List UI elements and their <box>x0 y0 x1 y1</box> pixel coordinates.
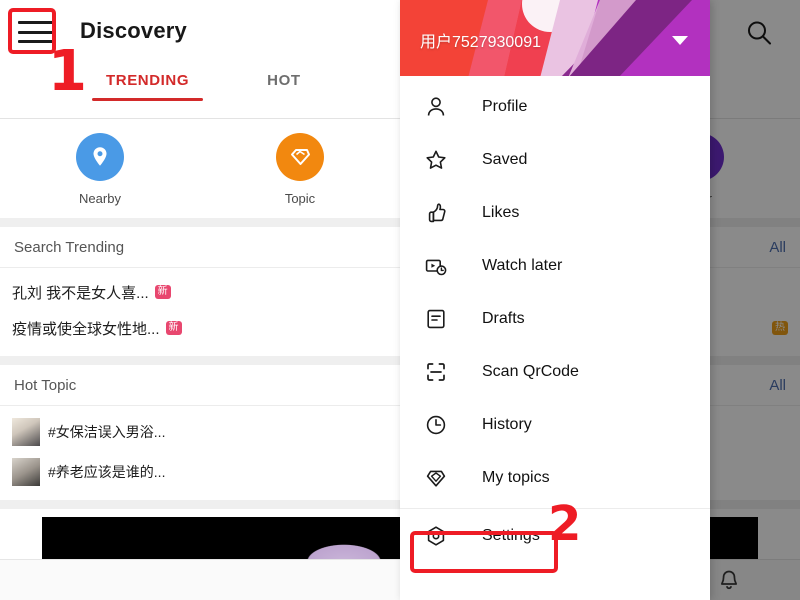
chevron-down-icon[interactable] <box>672 36 688 45</box>
status-badge: 新 <box>165 320 182 336</box>
annotation-box-2 <box>410 531 558 573</box>
category-nearby[interactable]: Nearby <box>0 133 200 206</box>
tab-active-underline <box>92 98 204 101</box>
menu-item-label: Saved <box>482 150 528 168</box>
thumbnail-image <box>12 458 40 486</box>
thumbs-up-icon <box>422 199 450 227</box>
hot-topic-text: #养老应该是谁的... <box>48 464 166 480</box>
category-label: Nearby <box>79 191 121 206</box>
status-badge: 新 <box>154 284 171 300</box>
thumbnail-image <box>12 418 40 446</box>
menu-item-drafts[interactable]: Drafts <box>400 292 710 345</box>
tab-trending-label: TRENDING <box>106 72 190 89</box>
menu-item-saved[interactable]: Saved <box>400 133 710 186</box>
annotation-number-1: 1 <box>48 39 87 104</box>
trending-item[interactable]: 疫情或使全球女性地... 新 <box>0 310 400 346</box>
hot-topic-text: #女保洁误入男浴... <box>48 424 166 440</box>
tab-trending[interactable]: TRENDING <box>92 72 204 101</box>
diamond-icon <box>276 133 324 181</box>
menu-item-label: Drafts <box>482 309 525 327</box>
app-screen: Discovery TRENDING HOT Nearby Topic Sear… <box>0 0 800 600</box>
star-outline-icon <box>422 146 450 174</box>
menu-item-label: History <box>482 415 532 433</box>
annotation-number-2: 2 <box>548 496 582 552</box>
clock-icon <box>422 411 450 439</box>
hot-topic-item[interactable]: #养老应该是谁的... <box>0 452 400 492</box>
person-icon <box>422 93 450 121</box>
category-label: Topic <box>284 191 316 206</box>
category-topic[interactable]: Topic <box>200 133 400 206</box>
menu-item-label: Watch later <box>482 256 563 274</box>
hot-topic-title: Hot Topic <box>14 376 77 394</box>
watch-later-icon <box>422 252 450 280</box>
trending-item-text: 孔刘 我不是女人喜... <box>12 284 149 302</box>
menu-item-scan-qrcode[interactable]: Scan QrCode <box>400 345 710 398</box>
drawer-menu: Profile Saved Likes Watch later Drafts S… <box>400 76 710 562</box>
hot-topic-item[interactable]: #女保洁误入男浴... <box>0 412 400 452</box>
tab-hot-label: HOT <box>267 72 301 89</box>
trending-item-text: 疫情或使全球女性地... <box>12 320 160 338</box>
menu-item-label: My topics <box>482 468 550 486</box>
diamond-outline-icon <box>422 464 450 492</box>
location-pin-icon <box>76 133 124 181</box>
search-trending-title: Search Trending <box>14 238 125 256</box>
document-icon <box>422 305 450 333</box>
menu-item-watch-later[interactable]: Watch later <box>400 239 710 292</box>
menu-item-label: Scan QrCode <box>482 362 579 380</box>
menu-item-profile[interactable]: Profile <box>400 80 710 133</box>
drawer-header[interactable]: 用户7527930091 <box>400 0 710 76</box>
tab-hot[interactable]: HOT <box>257 72 310 89</box>
menu-item-likes[interactable]: Likes <box>400 186 710 239</box>
drawer-username: 用户7527930091 <box>420 34 541 51</box>
page-title: Discovery <box>80 18 187 43</box>
menu-item-label: Profile <box>482 97 528 115</box>
trending-item[interactable]: 孔刘 我不是女人喜... 新 <box>0 274 400 310</box>
scan-qrcode-icon <box>422 358 450 386</box>
menu-item-history[interactable]: History <box>400 398 710 451</box>
menu-item-label: Likes <box>482 203 520 221</box>
